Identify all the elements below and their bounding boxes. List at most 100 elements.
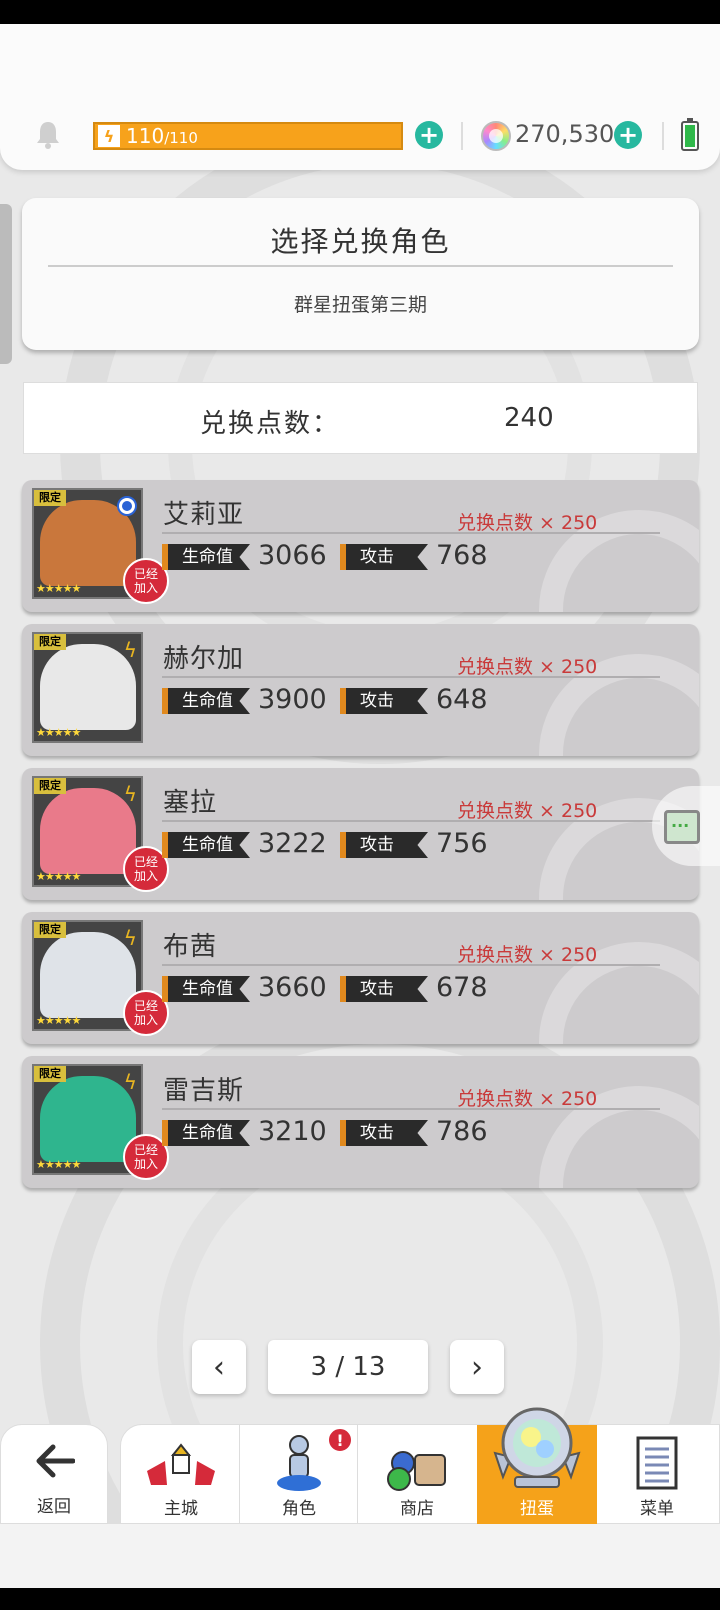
character-art <box>40 932 136 1018</box>
nav-item-shop[interactable]: 商店 <box>357 1425 477 1525</box>
divider <box>48 265 673 267</box>
bolt-icon: ϟ <box>98 125 120 147</box>
joined-text-2: 加入 <box>133 1157 158 1171</box>
exchange-points-label: 兑换点数： <box>200 409 341 439</box>
back-button[interactable]: 返回 <box>0 1424 108 1524</box>
rarity-stars: ★★★★★ <box>36 582 81 595</box>
add-energy-button[interactable]: + <box>415 121 443 149</box>
hp-value: 3066 <box>258 540 327 571</box>
character-card[interactable]: 限定 ϟ ★★★★★ 已经 加入 雷吉斯 兑换点数 × 250 生命值 3210… <box>22 1056 699 1188</box>
nav-item-castle[interactable]: 主城 <box>121 1425 241 1525</box>
menu-icon <box>636 1436 678 1490</box>
shop-icon <box>387 1451 446 1491</box>
plus-icon: + <box>617 121 639 149</box>
character-name: 艾莉亚 <box>163 500 245 530</box>
character-card[interactable]: 限定 ϟ ★★★★★ 已经 加入 塞拉 兑换点数 × 250 生命值 3222 … <box>22 768 699 900</box>
system-nav-bar <box>0 1588 720 1610</box>
character-name: 赫尔加 <box>163 644 245 674</box>
hp-label: 生命值 <box>162 976 250 1002</box>
gem-icon <box>481 121 511 151</box>
character-name: 雷吉斯 <box>163 1076 245 1106</box>
hp-value: 3222 <box>258 828 327 859</box>
lightning-element-icon: ϟ <box>123 926 137 950</box>
bell-icon[interactable] <box>34 119 62 149</box>
rarity-stars: ★★★★★ <box>36 870 81 883</box>
character-card[interactable]: 限定 ϟ ★★★★★ 已经 加入 布茜 兑换点数 × 250 生命值 3660 … <box>22 912 699 1044</box>
castle-icon <box>147 1443 215 1485</box>
divider <box>162 820 660 822</box>
limited-tag: 限定 <box>34 634 66 650</box>
exchange-points-value: 240 <box>504 403 554 433</box>
attack-value: 756 <box>436 828 488 859</box>
exchange-cost: 兑换点数 × 250 <box>457 944 598 966</box>
exchange-cost: 兑换点数 × 250 <box>457 656 598 678</box>
character-art <box>40 788 136 874</box>
attack-label: 攻击 <box>340 544 428 570</box>
character-art <box>40 1076 136 1162</box>
joined-text-1: 已经 <box>133 855 158 869</box>
next-page-button[interactable]: › <box>450 1340 504 1394</box>
chat-icon <box>664 810 700 844</box>
divider <box>162 964 660 966</box>
nav-label: 角色 <box>282 1499 316 1519</box>
character-name: 塞拉 <box>163 788 218 818</box>
divider <box>662 122 664 150</box>
energy-current: 110 <box>126 124 165 148</box>
hp-label: 生命值 <box>162 1120 250 1146</box>
rarity-stars: ★★★★★ <box>36 726 81 739</box>
divider <box>461 122 463 150</box>
hp-value: 3900 <box>258 684 327 715</box>
gesture-area <box>0 1524 720 1588</box>
rarity-stars: ★★★★★ <box>36 1014 81 1027</box>
chevron-right-icon: › <box>471 1349 483 1385</box>
joined-text-2: 加入 <box>133 1013 158 1027</box>
lightning-element-icon: ϟ <box>123 782 137 806</box>
joined-text-1: 已经 <box>133 1143 158 1157</box>
hp-value: 3210 <box>258 1116 327 1147</box>
joined-text-1: 已经 <box>133 567 158 581</box>
bottom-navigation: 返回 主城 ! 角色 商店 扭蛋 菜单 <box>0 1407 720 1525</box>
joined-text-2: 加入 <box>133 869 158 883</box>
hp-label: 生命值 <box>162 688 250 714</box>
nav-item-gacha[interactable]: 扭蛋 <box>477 1407 597 1525</box>
prev-page-button[interactable]: ‹ <box>192 1340 246 1394</box>
joined-text-1: 已经 <box>133 999 158 1013</box>
page-title: 选择兑换角色 <box>270 225 451 258</box>
attack-value: 768 <box>436 540 488 571</box>
add-gems-button[interactable]: + <box>614 121 642 149</box>
nav-label: 主城 <box>164 1499 198 1519</box>
attack-label: 攻击 <box>340 1120 428 1146</box>
lightning-element-icon: ϟ <box>123 1070 137 1094</box>
pagination: ‹ 3 / 13 › <box>0 1340 720 1400</box>
character-name: 布茜 <box>163 932 218 962</box>
divider <box>162 1108 660 1110</box>
character-card[interactable]: 限定 ★★★★★ 已经 加入 艾莉亚 兑换点数 × 250 生命值 3066 攻… <box>22 480 699 612</box>
character-icon <box>277 1435 321 1491</box>
nav-label: 商店 <box>400 1499 434 1519</box>
attack-value: 648 <box>436 684 488 715</box>
exchange-cost: 兑换点数 × 250 <box>457 512 598 534</box>
page-indicator: 3 / 13 <box>268 1340 428 1394</box>
character-art <box>40 644 136 730</box>
title-card: 选择兑换角色 群星扭蛋第三期 <box>22 198 699 350</box>
nav-label: 扭蛋 <box>520 1499 554 1519</box>
divider <box>162 676 660 678</box>
attack-label: 攻击 <box>340 976 428 1002</box>
character-card[interactable]: 限定 ϟ ★★★★★ 赫尔加 兑换点数 × 250 生命值 3900 攻击 64… <box>22 624 699 756</box>
character-portrait: 限定 ϟ ★★★★★ <box>32 632 143 743</box>
nav-tabs: 主城 ! 角色 商店 扭蛋 菜单 <box>120 1407 720 1525</box>
joined-text-2: 加入 <box>133 581 158 595</box>
exchange-cost: 兑换点数 × 250 <box>457 800 598 822</box>
back-arrow-icon <box>36 1444 75 1478</box>
nav-item-characters[interactable]: ! 角色 <box>239 1425 359 1525</box>
page-subtitle: 群星扭蛋第三期 <box>293 294 427 316</box>
exchange-cost: 兑换点数 × 250 <box>457 1088 598 1110</box>
nav-item-menu[interactable]: 菜单 <box>597 1425 717 1525</box>
side-drawer-handle[interactable] <box>0 204 12 364</box>
water-element-icon <box>117 496 137 516</box>
battery-icon <box>681 118 699 151</box>
attack-value: 786 <box>436 1116 488 1147</box>
lightning-element-icon: ϟ <box>123 638 137 662</box>
gems-count: 270,530 <box>515 120 615 148</box>
gacha-icon <box>493 1407 581 1488</box>
